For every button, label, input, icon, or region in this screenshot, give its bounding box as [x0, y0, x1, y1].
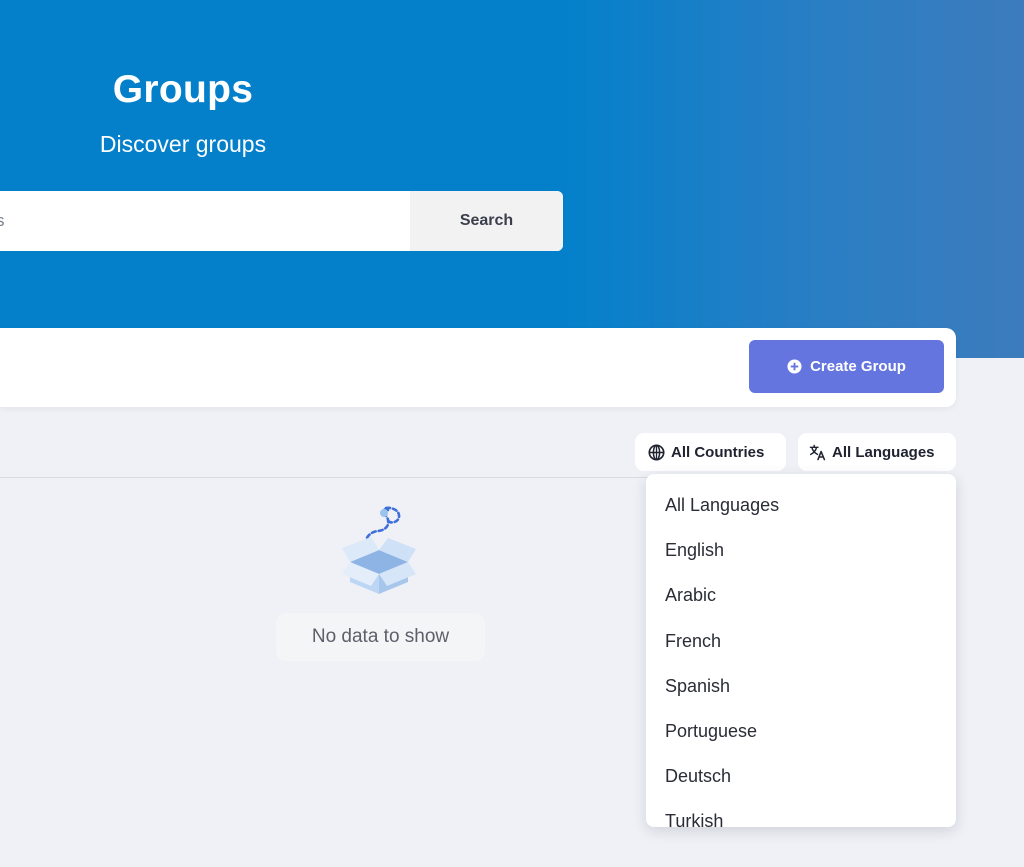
create-group-label: Create Group [810, 358, 906, 375]
translate-icon [809, 444, 826, 460]
page-title: Groups [112, 68, 254, 111]
plus-circle-icon [787, 359, 802, 374]
language-filter[interactable]: All Languages [798, 433, 956, 471]
search-input[interactable] [0, 191, 410, 251]
page-subtitle: Discover groups [99, 131, 267, 157]
search-bar: Search [0, 191, 563, 251]
language-option[interactable]: Arabic [646, 573, 956, 618]
country-filter[interactable]: All Countries [635, 433, 786, 471]
language-option[interactable]: Deutsch [646, 754, 956, 799]
language-option[interactable]: English [646, 528, 956, 573]
create-group-button[interactable]: Create Group [749, 340, 944, 393]
language-filter-label: All Languages [832, 443, 935, 461]
language-option[interactable]: French [646, 619, 956, 664]
language-option[interactable]: Turkish [646, 799, 956, 827]
language-dropdown: All Languages English Arabic French Span… [646, 474, 956, 827]
globe-icon [648, 443, 665, 461]
hero-banner: Groups Discover groups Search [0, 0, 1024, 358]
search-button[interactable]: Search [410, 191, 563, 251]
language-option[interactable]: Spanish [646, 664, 956, 709]
country-filter-label: All Countries [671, 443, 765, 461]
empty-state-label: No data to show [276, 613, 485, 661]
language-option[interactable]: Portuguese [646, 709, 956, 754]
empty-box-icon [342, 506, 416, 594]
language-option[interactable]: All Languages [646, 483, 956, 528]
content-divider [0, 477, 648, 478]
